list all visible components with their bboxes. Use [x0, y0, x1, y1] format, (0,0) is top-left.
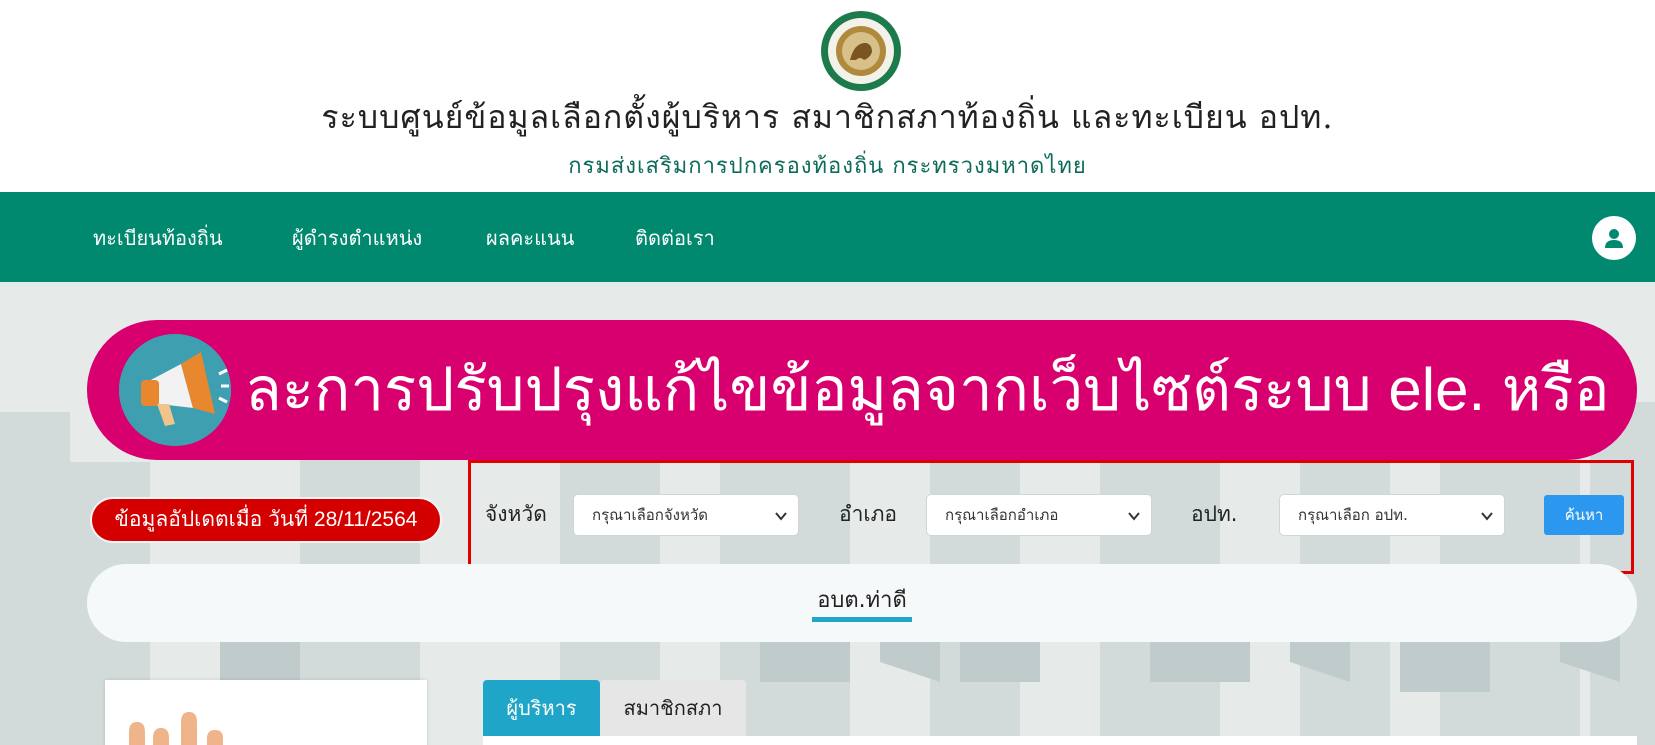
user-icon — [1605, 229, 1623, 248]
department-seal-icon[interactable] — [820, 10, 902, 92]
province-select-value: กรุณาเลือกจังหวัด — [592, 506, 709, 524]
tab-council-members[interactable]: สมาชิกสภา — [600, 680, 746, 736]
org-label: อปท. — [1191, 502, 1238, 526]
main-navbar: ทะเบียนท้องถิ่น ผู้ดำรงตำแหน่ง ผลคะแนน ต… — [0, 192, 1655, 282]
site-header: ระบบศูนย์ข้อมูลเลือกตั้งผู้บริหาร สมาชิก… — [0, 0, 1655, 192]
site-title: ระบบศูนย์ข้อมูลเลือกตั้งผู้บริหาร สมาชิก… — [321, 98, 1334, 136]
nav-item-office-holders[interactable]: ผู้ดำรงตำแหน่ง — [292, 222, 422, 254]
nav-item-contact[interactable]: ติดต่อเรา — [635, 222, 715, 254]
search-button[interactable]: ค้นหา — [1544, 495, 1624, 535]
announcement-text: ละการปรับปรุงแก้ไขข้อมูลจากเว็บไซต์ระบบ … — [245, 356, 1605, 423]
org-name-card: อบต.ท่าดี — [87, 564, 1637, 642]
district-select[interactable]: กรุณาเลือกอำเภอ — [926, 494, 1152, 536]
side-info-card — [105, 680, 427, 745]
org-select[interactable]: กรุณาเลือก อปท. — [1279, 494, 1505, 536]
nav-item-local-registry[interactable]: ทะเบียนท้องถิ่น — [93, 222, 223, 254]
main-content: ละการปรับปรุงแก้ไขข้อมูลจากเว็บไซต์ระบบ … — [0, 282, 1655, 745]
tab-executives[interactable]: ผู้บริหาร — [483, 680, 600, 736]
district-label: อำเภอ — [839, 502, 898, 526]
nav-item-election-results[interactable]: ผลคะแนน — [486, 222, 574, 254]
search-filter-area: จังหวัด กรุณาเลือกจังหวัด อำเภอ กรุณาเลื… — [468, 460, 1634, 574]
chevron-down-icon — [1128, 512, 1140, 521]
user-account-button[interactable] — [1592, 216, 1636, 260]
org-select-value: กรุณาเลือก อปท. — [1298, 506, 1408, 524]
announcement-banner[interactable]: ละการปรับปรุงแก้ไขข้อมูลจากเว็บไซต์ระบบ … — [87, 320, 1637, 460]
tab-content-panel — [483, 736, 1637, 745]
district-select-value: กรุณาเลือกอำเภอ — [945, 506, 1059, 524]
chevron-down-icon — [775, 512, 787, 521]
org-name-underline — [812, 617, 912, 622]
site-subtitle: กรมส่งเสริมการปกครองท้องถิ่น กระทรวงมหาด… — [568, 154, 1087, 179]
raised-hands-icon — [129, 712, 223, 745]
org-name: อบต.ท่าดี — [817, 588, 907, 613]
province-label: จังหวัด — [485, 502, 547, 526]
province-select[interactable]: กรุณาเลือกจังหวัด — [573, 494, 799, 536]
chevron-down-icon — [1481, 512, 1493, 521]
update-date-badge: ข้อมูลอัปเดตเมื่อ วันที่ 28/11/2564 — [90, 497, 442, 543]
megaphone-icon — [119, 334, 231, 446]
